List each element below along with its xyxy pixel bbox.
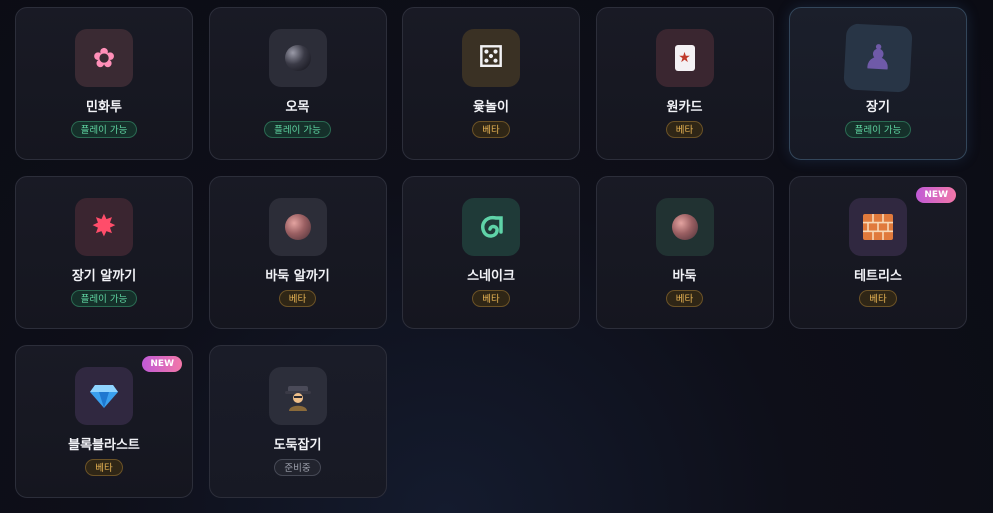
status-badge: 베타	[278, 290, 317, 307]
go-stone-icon	[268, 29, 327, 87]
game-card-baduk-alkkagi[interactable]: 바둑 알까기 베타	[208, 176, 387, 329]
status-badge: 베타	[472, 121, 510, 138]
brick-icon	[849, 198, 907, 256]
game-title: 장기	[866, 100, 890, 115]
game-card-dodukjapgi[interactable]: 도둑잡기 준비중	[208, 345, 387, 498]
game-card-baduk[interactable]: 바둑 베타	[595, 176, 774, 329]
status-badge: 베타	[859, 290, 897, 307]
game-title: 민화투	[86, 100, 122, 115]
detective-icon	[268, 367, 327, 425]
gem-icon	[75, 367, 133, 425]
chess-pawn-icon: ♟	[843, 23, 913, 93]
game-card-minhwatu[interactable]: ✿ 민화투 플레이 가능	[15, 7, 193, 160]
game-title: 블록블라스트	[68, 438, 140, 453]
game-title: 윷놀이	[473, 100, 509, 115]
status-badge: 베타	[665, 121, 704, 138]
status-badge: 준비중	[274, 459, 321, 476]
status-badge: 베타	[665, 290, 704, 307]
new-tag: NEW	[916, 187, 956, 203]
game-title: 오목	[285, 100, 310, 115]
game-card-janggi-alkkagi[interactable]: ✸ 장기 알까기 플레이 가능	[15, 176, 193, 329]
stone-icon	[268, 198, 327, 256]
game-card-janggi[interactable]: ♟ 장기 플레이 가능	[789, 7, 967, 160]
status-badge: 플레이 가능	[70, 121, 138, 138]
game-card-snake[interactable]: 스네이크 베타	[402, 176, 580, 329]
new-tag: NEW	[142, 356, 182, 372]
snake-icon	[462, 198, 520, 256]
game-card-yutnori[interactable]: ⚄ 윷놀이 베타	[402, 7, 580, 160]
status-badge: 플레이 가능	[70, 290, 138, 307]
game-card-blockblast[interactable]: NEW 블록블라스트 베타	[15, 345, 193, 498]
game-title: 테트리스	[854, 269, 902, 284]
game-title: 스네이크	[467, 269, 515, 284]
game-card-omok[interactable]: 오목 플레이 가능	[208, 7, 387, 160]
dice-icon: ⚄	[462, 29, 520, 87]
game-title: 장기 알까기	[71, 269, 137, 284]
game-card-onecard[interactable]: ★ 원카드 베타	[595, 7, 774, 160]
status-badge: 플레이 가능	[844, 121, 912, 138]
status-badge: 베타	[85, 459, 123, 476]
game-title: 도둑잡기	[273, 438, 322, 453]
game-grid: ✿ 민화투 플레이 가능 오목 플레이 가능 ⚄ 윷놀이 베타 ★ 원카드 베타…	[15, 7, 967, 498]
game-title: 원카드	[666, 100, 703, 115]
game-card-tetris[interactable]: NEW 테트리스 베타	[789, 176, 967, 329]
status-badge: 플레이 가능	[264, 121, 331, 138]
collision-icon: ✸	[75, 198, 133, 256]
stone-icon	[655, 198, 714, 256]
cherry-blossom-icon: ✿	[75, 29, 133, 87]
status-badge: 베타	[472, 290, 510, 307]
game-title: 바둑 알까기	[265, 269, 330, 284]
game-title: 바둑	[672, 269, 697, 284]
joker-card-icon: ★	[655, 29, 714, 87]
